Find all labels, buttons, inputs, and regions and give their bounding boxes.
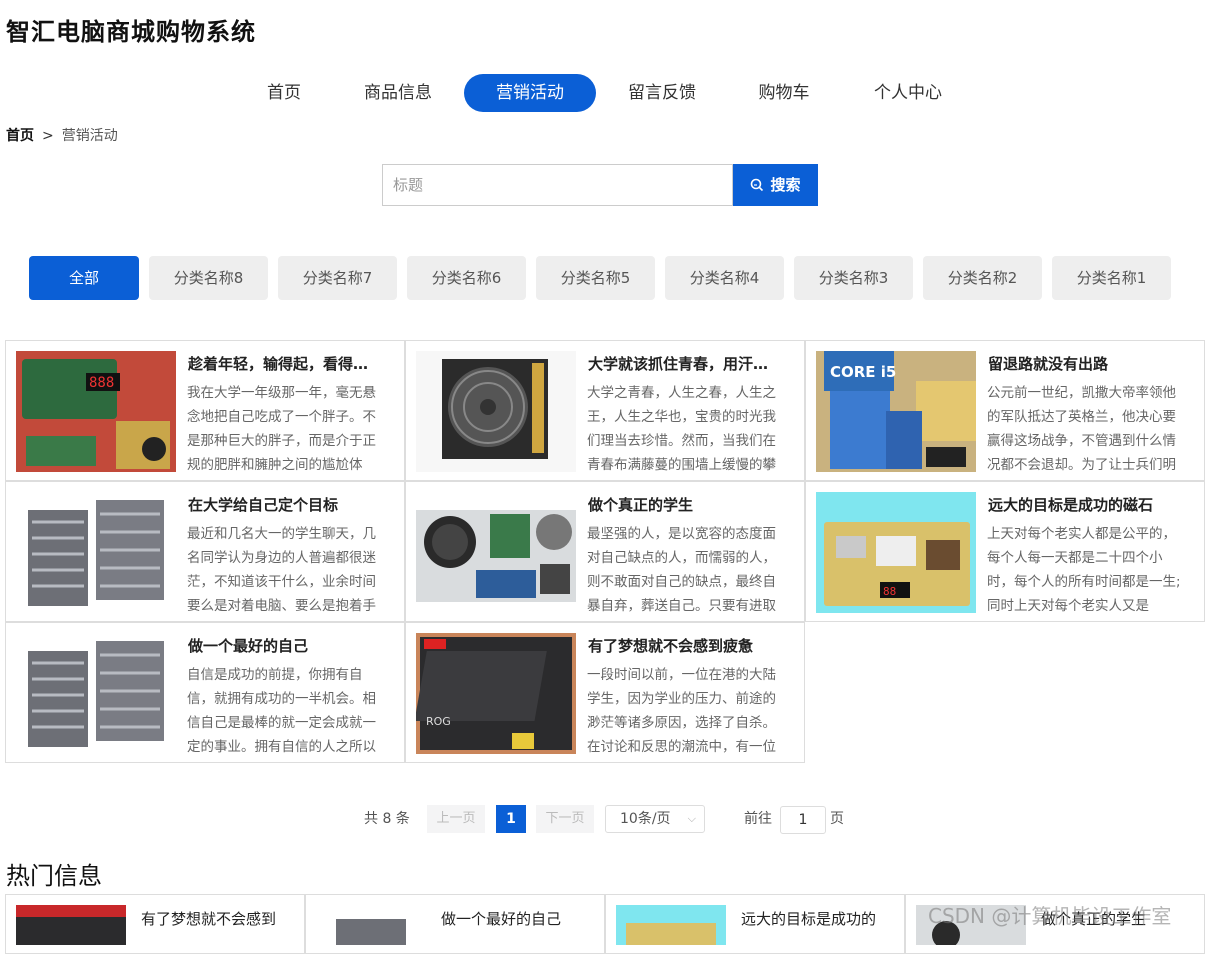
category-6[interactable]: 分类名称6 (407, 256, 526, 300)
search-button-label: 搜索 (770, 176, 801, 194)
pager-size-value: 10条/页 (620, 811, 671, 827)
category-1[interactable]: 分类名称1 (1052, 256, 1171, 300)
category-all[interactable]: 全部 (29, 256, 139, 300)
pager-next-button[interactable]: 下一页 (536, 805, 594, 833)
nav-cart[interactable]: 购物车 (744, 74, 824, 112)
article-title[interactable]: 远大的目标是成功的磁石 (988, 494, 1188, 515)
breadcrumb-separator: > (42, 128, 54, 144)
article-card[interactable]: ROG 有了梦想就不会感到疲惫 一段时间以前，一位在港的大陆学生，因为学业的压力… (405, 622, 805, 763)
search-button[interactable]: 搜索 (733, 164, 818, 206)
article-card[interactable]: 做个真正的学生 最坚强的人，是以宽容的态度面对自己缺点的人，而懦弱的人，则不敢面… (405, 481, 805, 622)
svg-text:CORE i5: CORE i5 (830, 363, 896, 381)
article-card[interactable]: 大学就该抓住青春，用汗… 大学之青春，人生之春，人生之王，人生之华也，宝贵的时光… (405, 340, 805, 481)
hot-item-title[interactable]: 做一个最好的自己 (441, 908, 561, 929)
article-image (16, 633, 176, 754)
article-excerpt: 自信是成功的前提，你拥有自信，就拥有成功的一半机会。相信自己是最棒的就一定会成就… (187, 667, 376, 755)
category-8[interactable]: 分类名称8 (149, 256, 268, 300)
nav-profile[interactable]: 个人中心 (860, 74, 956, 112)
article-image: 88 (816, 492, 976, 613)
article-card[interactable]: 888 趁着年轻，输得起，看得… 我在大学一年级那一年，毫无悬念地把自己吃成了一… (5, 340, 405, 481)
breadcrumb-current: 营销活动 (61, 128, 118, 144)
article-title[interactable]: 趁着年轻，输得起，看得… (188, 353, 388, 374)
search-icon (751, 178, 764, 192)
pager-page-suffix: 页 (830, 811, 844, 827)
article-title[interactable]: 做个真正的学生 (588, 494, 788, 515)
article-image: CORE i5 (816, 351, 976, 472)
pager-prev-button[interactable]: 上一页 (427, 805, 485, 833)
article-title[interactable]: 有了梦想就不会感到疲惫 (588, 635, 788, 656)
article-title[interactable]: 留退路就没有出路 (988, 353, 1188, 374)
chevron-down-icon: ⌵ (687, 812, 696, 825)
nav-home[interactable]: 首页 (250, 74, 318, 112)
category-2[interactable]: 分类名称2 (923, 256, 1042, 300)
article-excerpt: 一段时间以前，一位在港的大陆学生，因为学业的压力、前途的渺茫等诸多原因，选择了自… (587, 667, 776, 755)
category-3[interactable]: 分类名称3 (794, 256, 913, 300)
hot-item-title[interactable]: 远大的目标是成功的 (741, 908, 876, 929)
hot-item-image (16, 905, 126, 945)
hot-item[interactable]: 做一个最好的自己 (305, 894, 605, 954)
article-excerpt: 最近和几名大一的学生聊天，几名同学认为身边的人普遍都很迷茫，不知道该干什么，业余… (187, 526, 376, 614)
pager-size-select[interactable]: 10条/页 ⌵ (605, 805, 705, 833)
nav-promotions[interactable]: 营销活动 (464, 74, 596, 112)
article-card[interactable]: CORE i5 留退路就没有出路 公元前一世纪，凯撒大帝率领他的军队抵达了英格兰… (805, 340, 1205, 481)
breadcrumb: 首页 > 营销活动 (6, 125, 118, 145)
article-image: ROG (416, 633, 576, 754)
pager-goto-label: 前往 (744, 811, 772, 827)
category-5[interactable]: 分类名称5 (536, 256, 655, 300)
article-excerpt: 我在大学一年级那一年，毫无悬念地把自己吃成了一个胖子。不是那种巨大的胖子，而是介… (187, 385, 376, 473)
hot-item-title[interactable]: 有了梦想就不会感到 (141, 908, 276, 929)
category-4[interactable]: 分类名称4 (665, 256, 784, 300)
pager-current-page[interactable]: 1 (496, 805, 526, 833)
main-nav: 首页 商品信息 营销活动 留言反馈 购物车 个人中心 (0, 74, 1210, 112)
search-input[interactable]: 标题 (382, 164, 733, 206)
svg-text:88: 88 (883, 585, 896, 598)
hot-item-image (316, 905, 426, 945)
hot-item-image (616, 905, 726, 945)
pager-total: 共 8 条 (364, 811, 410, 827)
hot-section-title: 热门信息 (6, 862, 102, 890)
article-image (16, 492, 176, 613)
article-card[interactable]: 做一个最好的自己 自信是成功的前提，你拥有自信，就拥有成功的一半机会。相信自己是… (5, 622, 405, 763)
site-title: 智汇电脑商城购物系统 (6, 18, 256, 46)
article-title[interactable]: 做一个最好的自己 (188, 635, 388, 656)
article-excerpt: 最坚强的人，是以宽容的态度面对自己缺点的人，而懦弱的人，则不敢面对自己的缺点，最… (587, 526, 776, 614)
svg-text:888: 888 (89, 375, 114, 391)
hot-item[interactable]: 远大的目标是成功的 (605, 894, 905, 954)
watermark: CSDN @计算机毕设工作室 (928, 904, 1172, 928)
article-image (416, 492, 576, 613)
article-image (416, 351, 576, 472)
nav-products[interactable]: 商品信息 (352, 74, 444, 112)
article-excerpt: 大学之青春，人生之春，人生之王，人生之华也，宝贵的时光我们理当去珍惜。然而，当我… (587, 385, 776, 473)
article-excerpt: 公元前一世纪，凯撒大帝率领他的军队抵达了英格兰，他决心要赢得这场战争，不管遇到什… (987, 385, 1176, 473)
breadcrumb-home[interactable]: 首页 (6, 128, 34, 144)
pager-goto-input[interactable]: 1 (780, 806, 826, 834)
article-title[interactable]: 大学就该抓住青春，用汗… (588, 353, 788, 374)
svg-text:ROG: ROG (426, 715, 451, 728)
category-7[interactable]: 分类名称7 (278, 256, 397, 300)
nav-feedback[interactable]: 留言反馈 (616, 74, 708, 112)
article-card[interactable]: 在大学给自己定个目标 最近和几名大一的学生聊天，几名同学认为身边的人普遍都很迷茫… (5, 481, 405, 622)
hot-item[interactable]: 有了梦想就不会感到 (5, 894, 305, 954)
article-image: 888 (16, 351, 176, 472)
article-title[interactable]: 在大学给自己定个目标 (188, 494, 388, 515)
article-excerpt: 上天对每个老实人都是公平的，每个人每一天都是二十四个小时，每个人的所有时间都是一… (987, 526, 1181, 614)
article-card[interactable]: 88 远大的目标是成功的磁石 上天对每个老实人都是公平的，每个人每一天都是二十四… (805, 481, 1205, 622)
